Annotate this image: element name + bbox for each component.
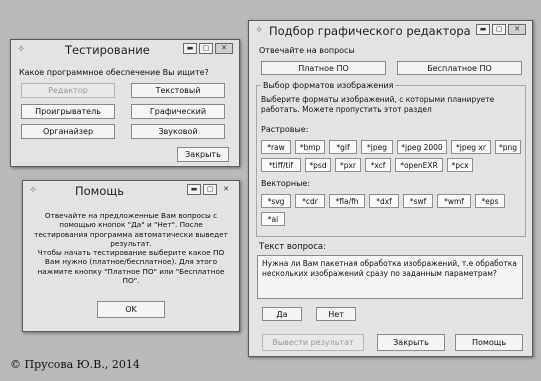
editor-help-button[interactable]: Помощь — [455, 334, 523, 351]
window-controls: ▬ ▢ ✕ — [187, 184, 233, 195]
testing-window: ✧ Тестирование ▬ ▢ ✕ Какое программное о… — [10, 39, 240, 167]
question-textbox[interactable]: Нужна ли Вам пакетная обработка изображе… — [257, 255, 523, 299]
app-icon: ✧ — [17, 44, 26, 55]
text-button[interactable]: Текстовый — [131, 83, 225, 98]
copyright-text: © Прусова Ю.В., 2014 — [10, 358, 140, 371]
format-openexr[interactable]: *openEXR — [395, 158, 443, 172]
graphic-button[interactable]: Графический — [131, 104, 225, 119]
question-label: Текст вопроса: — [259, 242, 326, 252]
raster-label: Растровые: — [261, 125, 309, 134]
testing-titlebar[interactable]: ✧ Тестирование ▬ ▢ ✕ — [11, 40, 239, 60]
editor-button[interactable]: Редактор — [21, 83, 115, 98]
yes-button[interactable]: Да — [262, 307, 302, 321]
paid-software-button[interactable]: Платное ПО — [261, 61, 386, 75]
window-controls: ▬ ▢ ✕ — [476, 24, 526, 35]
help-titlebar[interactable]: ✧ Помощь ▬ ▢ ✕ — [23, 181, 239, 201]
format-jpeg-xr[interactable]: *jpeg xr — [451, 140, 491, 154]
format-bmp[interactable]: *bmp — [295, 140, 325, 154]
format-xcf[interactable]: *xcf — [365, 158, 391, 172]
minimize-icon[interactable]: ▬ — [476, 24, 490, 35]
app-icon: ✧ — [255, 25, 264, 36]
format-png[interactable]: *png — [495, 140, 521, 154]
close-icon[interactable]: ✕ — [508, 24, 526, 35]
sound-button[interactable]: Звуковой — [131, 124, 225, 139]
format-pxr[interactable]: *pxr — [335, 158, 361, 172]
format-tiff[interactable]: *tiff/tif — [261, 158, 301, 172]
format-cdr[interactable]: *cdr — [295, 194, 325, 208]
format-jpeg-2000[interactable]: *jpeg 2000 — [397, 140, 447, 154]
format-svg[interactable]: *svg — [261, 194, 291, 208]
ok-button[interactable]: OK — [97, 301, 165, 318]
editor-selection-window: ✧ Подбор графического редактора ▬ ▢ ✕ От… — [248, 20, 533, 357]
testing-close-button[interactable]: Закрыть — [177, 147, 229, 162]
app-icon: ✧ — [29, 185, 38, 196]
format-jpeg[interactable]: *jpeg — [361, 140, 393, 154]
minimize-icon[interactable]: ▬ — [187, 184, 201, 195]
maximize-icon[interactable]: ▢ — [492, 24, 506, 35]
format-pcx[interactable]: *pcx — [447, 158, 473, 172]
format-gif[interactable]: *gif — [329, 140, 357, 154]
format-dxf[interactable]: *dxf — [369, 194, 399, 208]
close-icon[interactable]: ✕ — [219, 184, 233, 195]
format-swf[interactable]: *swf — [403, 194, 433, 208]
window-controls: ▬ ▢ ✕ — [183, 43, 233, 54]
editor-window-title: Подбор графического редактора — [269, 24, 471, 38]
format-group-title: Выбор форматов изображения — [261, 81, 396, 90]
vector-label: Векторные: — [261, 179, 311, 188]
format-group-hint: Выберите форматы изображений, с которыми… — [261, 95, 495, 114]
player-button[interactable]: Проигрыватель — [21, 104, 115, 119]
organizer-button[interactable]: Органайзер — [21, 124, 115, 139]
editor-titlebar[interactable]: ✧ Подбор графического редактора ▬ ▢ ✕ — [249, 21, 532, 41]
format-wmf[interactable]: *wmf — [437, 194, 471, 208]
close-icon[interactable]: ✕ — [215, 43, 233, 54]
show-result-button[interactable]: Вывести результат — [262, 334, 364, 351]
editor-close-button[interactable]: Закрыть — [377, 334, 445, 351]
maximize-icon[interactable]: ▢ — [199, 43, 213, 54]
testing-window-title: Тестирование — [65, 43, 150, 57]
maximize-icon[interactable]: ▢ — [203, 184, 217, 195]
testing-question: Какое программное обеспечение Вы ищите? — [19, 68, 209, 77]
format-raw[interactable]: *raw — [261, 140, 291, 154]
format-ai[interactable]: *ai — [261, 212, 285, 226]
no-button[interactable]: Нет — [316, 307, 356, 321]
format-eps[interactable]: *eps — [475, 194, 505, 208]
instruction-label: Отвечайте на вопросы — [259, 46, 355, 55]
minimize-icon[interactable]: ▬ — [183, 43, 197, 54]
format-fla-fh[interactable]: *fla/fh — [329, 194, 365, 208]
help-window-title: Помощь — [75, 184, 125, 198]
help-window: ✧ Помощь ▬ ▢ ✕ Отвечайте на предложенные… — [22, 180, 240, 332]
help-text: Отвечайте на предложенные Вам вопросы с … — [34, 211, 228, 286]
format-psd[interactable]: *psd — [305, 158, 331, 172]
free-software-button[interactable]: Бесплатное ПО — [397, 61, 522, 75]
